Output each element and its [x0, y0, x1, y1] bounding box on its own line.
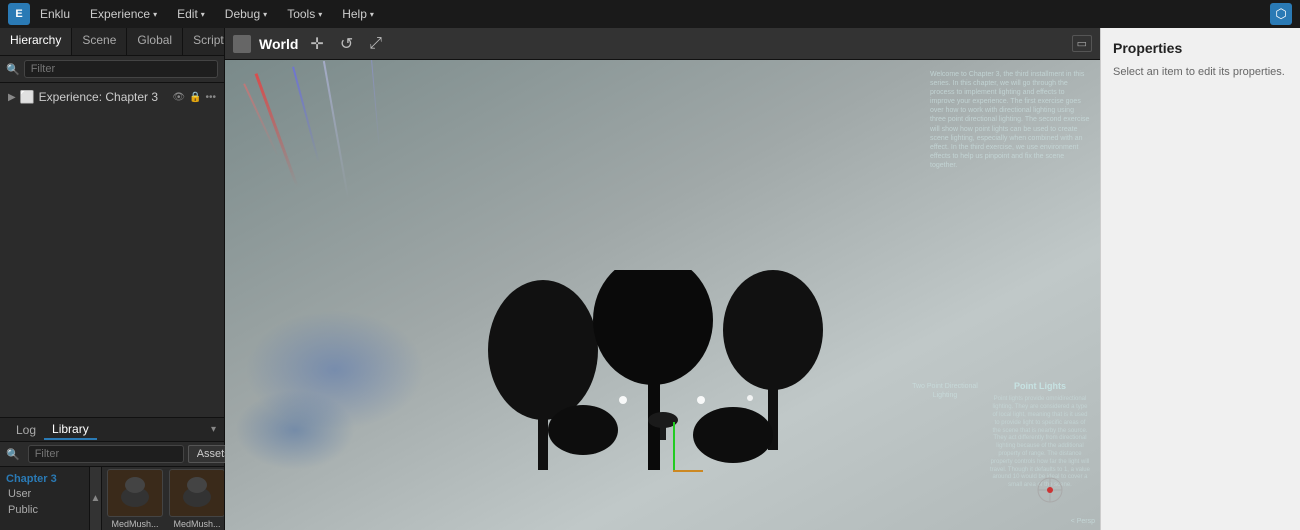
tab-library[interactable]: Library — [44, 420, 97, 440]
menu-tools[interactable]: Tools ▾ — [279, 5, 330, 23]
bottom-area: Log Library ▾ 🔍 Assets + All Models Scri… — [0, 417, 224, 530]
app-title: Enklu — [40, 7, 70, 21]
tree-item-label: Experience: Chapter 3 — [39, 90, 158, 104]
viewport-canvas[interactable]: Welcome to Chapter 3, the third installm… — [225, 60, 1100, 530]
tree-node-icon: ⬜ — [20, 90, 35, 104]
menu-help[interactable]: Help ▾ — [334, 5, 382, 23]
left-panel: Hierarchy Scene Global Script 🔍 ▶ ⬜ Expe… — [0, 28, 225, 530]
tab-global[interactable]: Global — [127, 28, 183, 55]
viewport-toolbar: World ✛ ↺ ⤢ ▭ — [225, 28, 1100, 60]
menu-edit[interactable]: Edit ▾ — [169, 5, 213, 23]
log-chevron-icon[interactable]: ▾ — [211, 424, 216, 435]
menubar: E Enklu Experience ▾ Edit ▾ Debug ▾ Tool… — [0, 0, 1300, 28]
properties-panel: Properties Select an item to edit its pr… — [1100, 28, 1300, 530]
main-layout: Hierarchy Scene Global Script 🔍 ▶ ⬜ Expe… — [0, 28, 1300, 530]
world-title: World — [259, 36, 298, 52]
menu-experience[interactable]: Experience ▾ — [82, 5, 165, 23]
vp-perspective-label: < Persp — [1071, 518, 1095, 525]
vp-directional-label: Two Point Directional Lighting — [900, 382, 990, 400]
user-icon[interactable]: ⬡ — [1270, 3, 1292, 25]
log-library-tabs: Log Library ▾ — [0, 418, 224, 442]
tree-more-icon[interactable]: ••• — [205, 92, 216, 103]
assets-scroll-prev[interactable]: ▲ — [90, 467, 102, 530]
center-right: World ✛ ↺ ⤢ ▭ — [225, 28, 1300, 530]
tab-hierarchy[interactable]: Hierarchy — [0, 28, 72, 55]
viewport: World ✛ ↺ ⤢ ▭ — [225, 28, 1100, 530]
aspect-ratio[interactable]: ▭ — [1072, 35, 1092, 52]
search-icon: 🔍 — [6, 63, 20, 76]
trees-silhouette — [453, 270, 873, 470]
assets-user[interactable]: User — [6, 487, 83, 501]
assets-sidebar: Chapter 3 User Public — [0, 467, 90, 530]
assets-filter-input[interactable] — [28, 445, 184, 463]
menu-debug[interactable]: Debug ▾ — [217, 5, 275, 23]
scale-tool[interactable]: ⤢ — [365, 33, 386, 55]
thumb-box-1 — [169, 469, 224, 517]
app-logo[interactable]: E — [8, 3, 30, 25]
tree-expand-icon: ▶ — [8, 92, 16, 103]
thumbnail-item-0[interactable]: MedMush... — [106, 469, 164, 529]
thumbnail-item-1[interactable]: MedMush... — [168, 469, 224, 529]
axis-orange — [673, 470, 703, 472]
properties-description: Select an item to edit its properties. — [1113, 64, 1288, 81]
hierarchy-filter-input[interactable] — [24, 60, 218, 78]
tree-item-experience[interactable]: ▶ ⬜ Experience: Chapter 3 👁 🔒 ••• — [0, 87, 224, 107]
thumb-box-0 — [107, 469, 163, 517]
thumb-label-0: MedMush... — [106, 519, 164, 529]
blue-smoke2 — [235, 390, 355, 470]
assets-row: 🔍 Assets + All Models Scripts Textures A… — [0, 442, 224, 467]
assets-public[interactable]: Public — [6, 503, 83, 517]
tree-lock-icon[interactable]: 🔒 — [189, 92, 201, 103]
viewport-properties: World ✛ ↺ ⤢ ▭ — [225, 28, 1300, 530]
hierarchy-tree: ▶ ⬜ Experience: Chapter 3 👁 🔒 ••• — [0, 83, 224, 417]
thumb-label-1: MedMush... — [168, 519, 224, 529]
move-tool[interactable]: ✛ — [306, 32, 327, 56]
thumbnails-area: MedMush... MedMush... MedMush... PinkToa… — [102, 467, 224, 530]
assets-content: Chapter 3 User Public ▲ MedMush... MedMu… — [0, 467, 224, 530]
rotate-tool[interactable]: ↺ — [336, 32, 357, 56]
tab-scene[interactable]: Scene — [72, 28, 127, 55]
axis-green — [673, 422, 675, 472]
scroll-up-icon: ▲ — [91, 493, 101, 504]
tree-eye-icon[interactable]: 👁 — [172, 92, 185, 103]
scene-icon — [233, 35, 251, 53]
asset-search-icon: 🔍 — [6, 448, 20, 461]
left-tabs: Hierarchy Scene Global Script — [0, 28, 224, 56]
assets-chapter3[interactable]: Chapter 3 — [6, 473, 83, 485]
properties-title: Properties — [1113, 40, 1288, 56]
filter-row: 🔍 — [0, 56, 224, 83]
vp-intro-text: Welcome to Chapter 3, the third installm… — [930, 70, 1090, 170]
tab-log[interactable]: Log — [8, 421, 44, 439]
scene-gizmo — [1030, 470, 1070, 510]
